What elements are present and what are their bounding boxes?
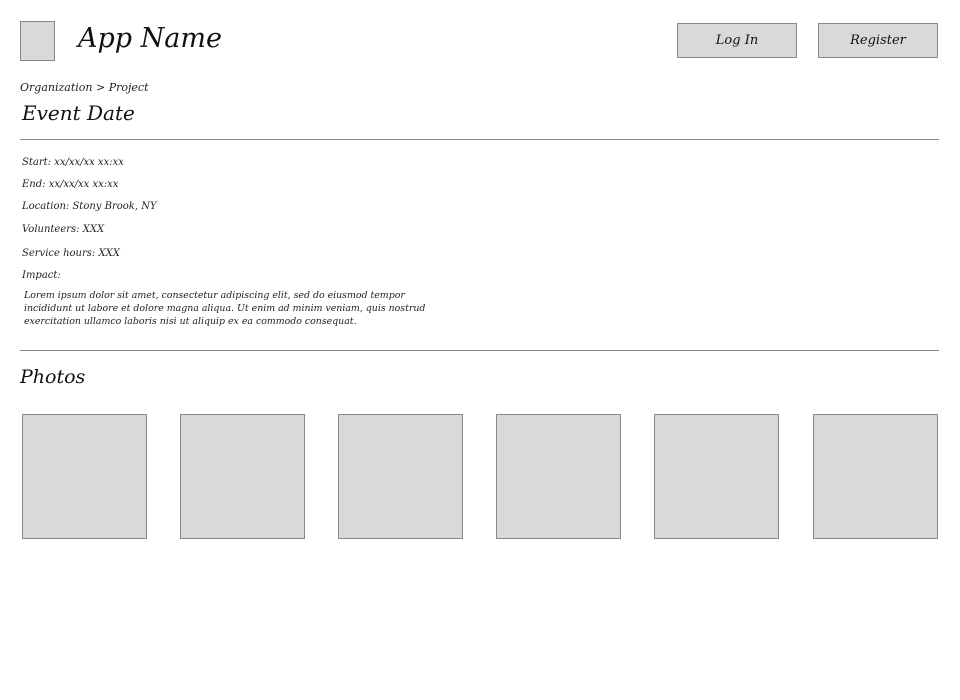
breadcrumb: Organization > Project [20, 80, 149, 96]
event-location: Location: Stony Brook, NY [22, 201, 157, 212]
event-impact-label: Impact: [22, 270, 61, 281]
breadcrumb-separator: > [95, 81, 106, 94]
event-end: End: xx/xx/xx xx:xx [22, 179, 119, 190]
event-start: Start: xx/xx/xx xx:xx [22, 157, 124, 168]
photos-title: Photos [20, 366, 86, 388]
photo-thumbnail[interactable] [338, 414, 463, 539]
event-impact-text: Lorem ipsum dolor sit amet, consectetur … [24, 290, 426, 327]
divider-bottom [20, 350, 939, 351]
photo-thumbnail[interactable] [654, 414, 779, 539]
breadcrumb-organization[interactable]: Organization [20, 81, 92, 94]
breadcrumb-project[interactable]: Project [109, 81, 149, 94]
event-volunteers: Volunteers: XXX [22, 224, 105, 235]
photo-thumbnail[interactable] [180, 414, 305, 539]
event-service-hours: Service hours: XXX [22, 248, 120, 259]
register-button[interactable]: Register [818, 23, 938, 58]
photo-thumbnail[interactable] [22, 414, 147, 539]
divider-top [20, 139, 939, 140]
photo-thumbnail[interactable] [813, 414, 938, 539]
logo-placeholder[interactable] [20, 21, 55, 61]
app-name: App Name [78, 23, 222, 54]
login-button[interactable]: Log In [677, 23, 797, 58]
photo-thumbnail[interactable] [496, 414, 621, 539]
page-title: Event Date [22, 101, 135, 125]
